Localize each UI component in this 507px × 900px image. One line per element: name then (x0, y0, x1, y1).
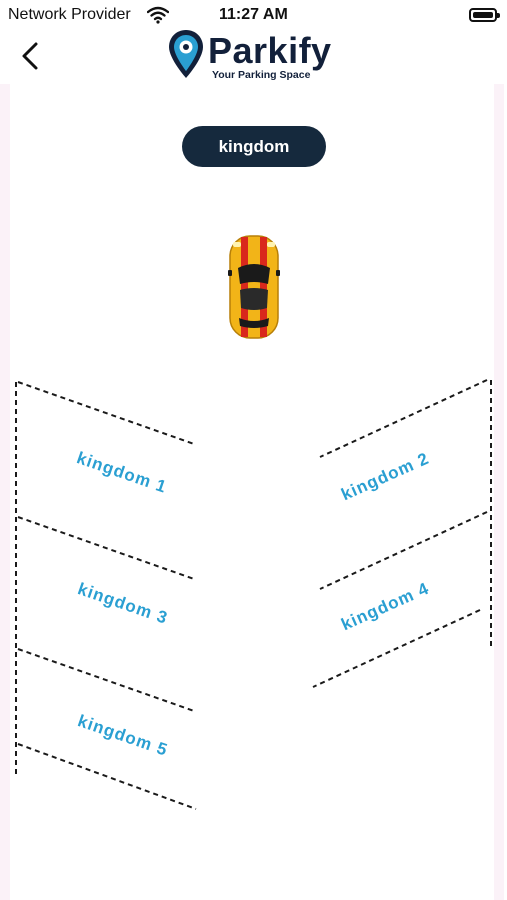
parking-slot-4[interactable]: kingdom 4 (338, 579, 432, 635)
parking-slot-2[interactable]: kingdom 2 (338, 449, 432, 505)
slot-divider (17, 381, 195, 445)
slot-divider (17, 648, 195, 712)
parking-slot-1[interactable]: kingdom 1 (74, 448, 169, 497)
slot-divider (17, 743, 197, 810)
slot-label: kingdom 4 (338, 579, 432, 635)
parking-lot-lines: kingdom 1 kingdom 2 kingdom 3 kingdom 4 … (15, 379, 492, 810)
slot-divider (312, 609, 481, 688)
parking-slot-5[interactable]: kingdom 5 (75, 711, 170, 760)
slot-divider (319, 379, 488, 458)
slot-label: kingdom 1 (74, 448, 169, 497)
slot-divider (17, 516, 195, 580)
slot-divider (319, 511, 488, 590)
slot-label: kingdom 5 (75, 711, 170, 760)
parking-slot-3[interactable]: kingdom 3 (75, 579, 170, 628)
slot-label: kingdom 3 (75, 579, 170, 628)
slot-label: kingdom 2 (338, 449, 432, 505)
